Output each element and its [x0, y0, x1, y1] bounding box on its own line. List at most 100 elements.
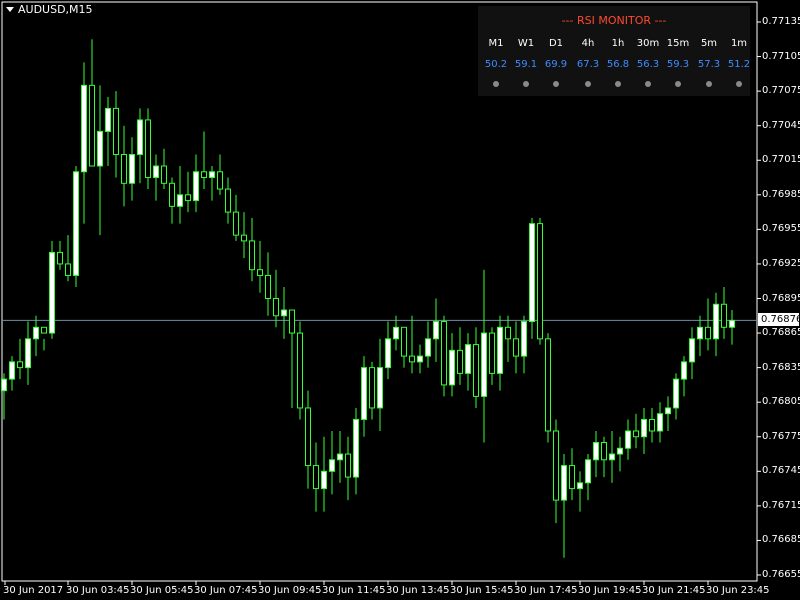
candle-body	[593, 442, 599, 461]
price-axis-label: 0.76895	[762, 292, 800, 304]
symbol-label: AUDUSD,M15	[18, 3, 93, 16]
candle-body	[577, 482, 583, 490]
candle-body	[409, 355, 415, 363]
candle-body	[337, 453, 343, 461]
candle-body	[113, 107, 119, 155]
price-axis-label: 0.76775	[762, 430, 800, 442]
candle-body	[225, 188, 231, 213]
time-axis-label: 30 Jun 07:45	[194, 585, 258, 596]
candle-body	[601, 442, 607, 461]
price-axis-label: 0.76745	[762, 465, 800, 477]
candle-body	[129, 153, 135, 184]
candle-body	[137, 119, 143, 155]
candle-body	[425, 338, 431, 357]
candle-body	[673, 378, 679, 409]
candle-body	[489, 332, 495, 374]
time-axis-label: 30 Jun 09:45	[258, 585, 322, 596]
price-axis-label: 0.76865	[762, 327, 800, 339]
candle-body	[273, 298, 279, 317]
rsi-timeframe-label: 1h	[611, 38, 625, 49]
candle-body	[1, 378, 7, 392]
candle-body	[665, 407, 671, 415]
dropdown-triangle-icon[interactable]	[6, 7, 14, 12]
candle-body	[465, 344, 471, 374]
rsi-timeframe-label: 30m	[636, 38, 660, 49]
time-axis-label: 30 Jun 13:45	[386, 585, 450, 596]
candle-body	[545, 338, 551, 432]
rsi-status-dot-icon	[615, 81, 621, 87]
candle-body	[281, 309, 287, 317]
candle-body	[481, 332, 487, 397]
candle-body	[609, 453, 615, 461]
price-axis-label: 0.76655	[762, 569, 800, 580]
time-axis-label: 30 Jun 05:45	[130, 585, 194, 596]
price-axis-label: 0.76925	[762, 257, 800, 269]
rsi-value: 57.3	[697, 59, 721, 70]
rsi-status-dot-icon	[553, 81, 559, 87]
candle-body	[209, 171, 215, 179]
candle-body	[625, 430, 631, 449]
candle-body	[89, 84, 95, 167]
price-axis-label: 0.76715	[762, 499, 800, 511]
rsi-value: 59.3	[666, 59, 690, 70]
candle-body	[697, 326, 703, 340]
candle-body	[689, 338, 695, 363]
candle-body	[305, 407, 311, 467]
rsi-status-dot-icon	[675, 81, 681, 87]
rsi-status-dot-icon	[706, 81, 712, 87]
candle-body	[145, 119, 151, 179]
time-axis-label: 30 Jun 19:45	[578, 585, 642, 596]
rsi-status-dot-icon	[645, 81, 651, 87]
candle-body	[313, 465, 319, 490]
candle-body	[97, 130, 103, 167]
candle-body	[537, 223, 543, 340]
candle-body	[713, 303, 719, 340]
rsi-timeframe-label: 4h	[581, 38, 595, 49]
current-price-label: 0.76876	[758, 313, 800, 326]
rsi-value: 67.3	[576, 59, 600, 70]
candle-body	[569, 465, 575, 490]
candle-body	[393, 326, 399, 340]
candle-body	[633, 430, 639, 438]
candle-body	[161, 165, 167, 184]
candle-body	[65, 263, 71, 276]
candle-body	[353, 418, 359, 478]
candle-body	[449, 349, 455, 386]
candle-body	[457, 349, 463, 374]
candle-body	[345, 453, 351, 478]
candle-body	[401, 326, 407, 357]
candle-body	[433, 321, 439, 340]
candle-body	[265, 274, 271, 300]
candle-body	[505, 326, 511, 340]
time-axis-label: 30 Jun 17:45	[514, 585, 578, 596]
price-axis-label: 0.76685	[762, 534, 800, 546]
time-axis-label: 30 Jun 21:45	[642, 585, 706, 596]
candle-body	[73, 171, 79, 276]
rsi-status-dot-icon	[585, 81, 591, 87]
candle-body	[473, 344, 479, 397]
candle-body	[289, 309, 295, 334]
candle-body	[297, 332, 303, 409]
candle-body	[57, 251, 63, 265]
candle-body	[385, 338, 391, 369]
candle-body	[329, 459, 335, 472]
candle-body	[49, 251, 55, 334]
price-axis-label: 0.76805	[762, 396, 800, 408]
candle-body	[241, 234, 247, 242]
candle-body	[585, 459, 591, 484]
rsi-status-dot-icon	[523, 81, 529, 87]
candle-body	[641, 418, 647, 438]
candle-body	[369, 367, 375, 409]
rsi-timeframe-label: M1	[488, 38, 504, 49]
rsi-timeframe-label: 5m	[700, 38, 718, 49]
price-axis-label: 0.76985	[762, 188, 800, 200]
candle-body	[201, 171, 207, 179]
candle-body	[249, 240, 255, 271]
candle-body	[553, 430, 559, 501]
rsi-timeframe-label: D1	[548, 38, 564, 49]
price-axis-label: 0.76835	[762, 361, 800, 373]
symbol-title[interactable]: AUDUSD,M15	[6, 3, 93, 16]
candle-body	[25, 338, 31, 369]
candle-body	[529, 223, 535, 323]
time-axis-label: 30 Jun 23:45	[706, 585, 770, 596]
